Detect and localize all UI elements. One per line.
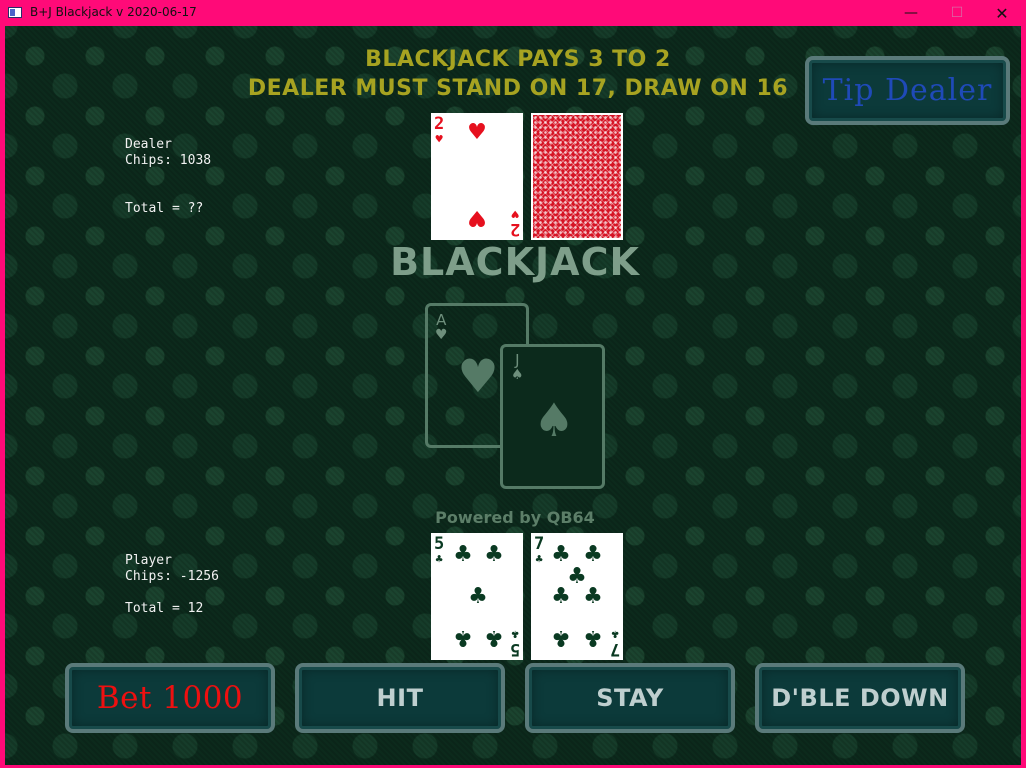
rules-line-dealer: DEALER MUST STAND ON 17, DRAW ON 16 bbox=[247, 76, 789, 101]
player-card-2: 7 ♣ ♣ ♣ ♣ ♣ ♣ ♣ ♣ 7 ♣ bbox=[531, 533, 623, 660]
player-info: Player Chips: -1256 bbox=[125, 553, 219, 585]
hit-button[interactable]: HIT bbox=[295, 663, 505, 733]
dealer-chips-value: 1038 bbox=[179, 153, 212, 168]
bet-label: Bet 1000 bbox=[96, 680, 244, 716]
player-chips-label: Chips: bbox=[125, 569, 172, 584]
club-pip-icon: ♣ bbox=[583, 625, 603, 650]
dealer-name: Dealer bbox=[125, 137, 172, 152]
card-corner: 2 ♥ bbox=[509, 207, 520, 239]
player-total-label: Total = bbox=[125, 601, 180, 616]
player-total: Total = 12 bbox=[125, 601, 203, 617]
player-name: Player bbox=[125, 553, 172, 568]
club-pip-icon: ♣ bbox=[551, 625, 571, 650]
double-down-button[interactable]: D'BLE DOWN bbox=[755, 663, 965, 733]
card-corner: 5 ♣ bbox=[509, 627, 520, 659]
dealer-total-label: Total = bbox=[125, 201, 180, 216]
powered-by-text: Powered by QB64 bbox=[435, 508, 595, 527]
club-pip-icon: ♣ bbox=[551, 542, 571, 567]
window-title: B+J Blackjack v 2020-06-17 bbox=[30, 5, 197, 19]
close-button[interactable]: ✕ bbox=[979, 0, 1025, 26]
card-corner: 5 ♣ bbox=[434, 534, 445, 566]
dealer-chips-label: Chips: bbox=[125, 153, 172, 168]
stay-label: STAY bbox=[596, 684, 664, 712]
hit-label: HIT bbox=[376, 684, 424, 712]
card-corner: 2 ♥ bbox=[434, 114, 445, 146]
bet-button[interactable]: Bet 1000 bbox=[65, 663, 275, 733]
club-pip-icon: ♣ bbox=[583, 584, 603, 609]
heart-pip-icon: ♥ bbox=[467, 205, 487, 230]
double-down-label: D'BLE DOWN bbox=[771, 684, 949, 712]
game-table: BLACKJACK PAYS 3 TO 2 DEALER MUST STAND … bbox=[5, 26, 1021, 765]
player-card-1: 5 ♣ ♣ ♣ ♣ ♣ ♣ 5 ♣ bbox=[431, 533, 523, 660]
spade-icon: ♠ bbox=[533, 393, 575, 447]
card-corner: 7 ♣ bbox=[534, 534, 545, 566]
logo-jack-card: J ♠ ♠ bbox=[500, 344, 605, 489]
club-pip-icon: ♣ bbox=[484, 542, 504, 567]
club-pip-icon: ♣ bbox=[551, 584, 571, 609]
heart-pip-icon: ♥ bbox=[467, 120, 487, 145]
club-pip-icon: ♣ bbox=[484, 625, 504, 650]
app-icon bbox=[8, 7, 22, 18]
dealer-card-1: 2 ♥ ♥ ♥ 2 ♥ bbox=[431, 113, 523, 240]
club-pip-icon: ♣ bbox=[453, 625, 473, 650]
club-pip-icon: ♣ bbox=[468, 584, 488, 609]
minimize-button[interactable]: — bbox=[888, 0, 934, 26]
dealer-info: Dealer Chips: 1038 bbox=[125, 137, 211, 169]
heart-icon: ♥ bbox=[435, 327, 448, 343]
club-pip-icon: ♣ bbox=[583, 542, 603, 567]
card-corner: 7 ♣ bbox=[609, 627, 620, 659]
dealer-total-value: ?? bbox=[187, 201, 204, 216]
tip-dealer-label: Tip Dealer bbox=[822, 73, 993, 108]
blackjack-logo-title: BLACKJACK bbox=[390, 240, 640, 284]
maximize-button[interactable]: ☐ bbox=[934, 0, 980, 26]
stay-button[interactable]: STAY bbox=[525, 663, 735, 733]
club-pip-icon: ♣ bbox=[453, 542, 473, 567]
spade-icon: ♠ bbox=[511, 367, 524, 383]
dealer-total: Total = ?? bbox=[125, 201, 203, 217]
heart-icon: ♥ bbox=[457, 349, 499, 403]
rules-line-payout: BLACKJACK PAYS 3 TO 2 bbox=[365, 47, 671, 72]
dealer-card-hidden bbox=[531, 113, 623, 240]
title-bar: B+J Blackjack v 2020-06-17 — ☐ ✕ bbox=[0, 0, 1026, 26]
player-chips-value: -1256 bbox=[179, 569, 219, 584]
tip-dealer-button[interactable]: Tip Dealer bbox=[805, 56, 1010, 125]
player-total-value: 12 bbox=[187, 601, 204, 616]
